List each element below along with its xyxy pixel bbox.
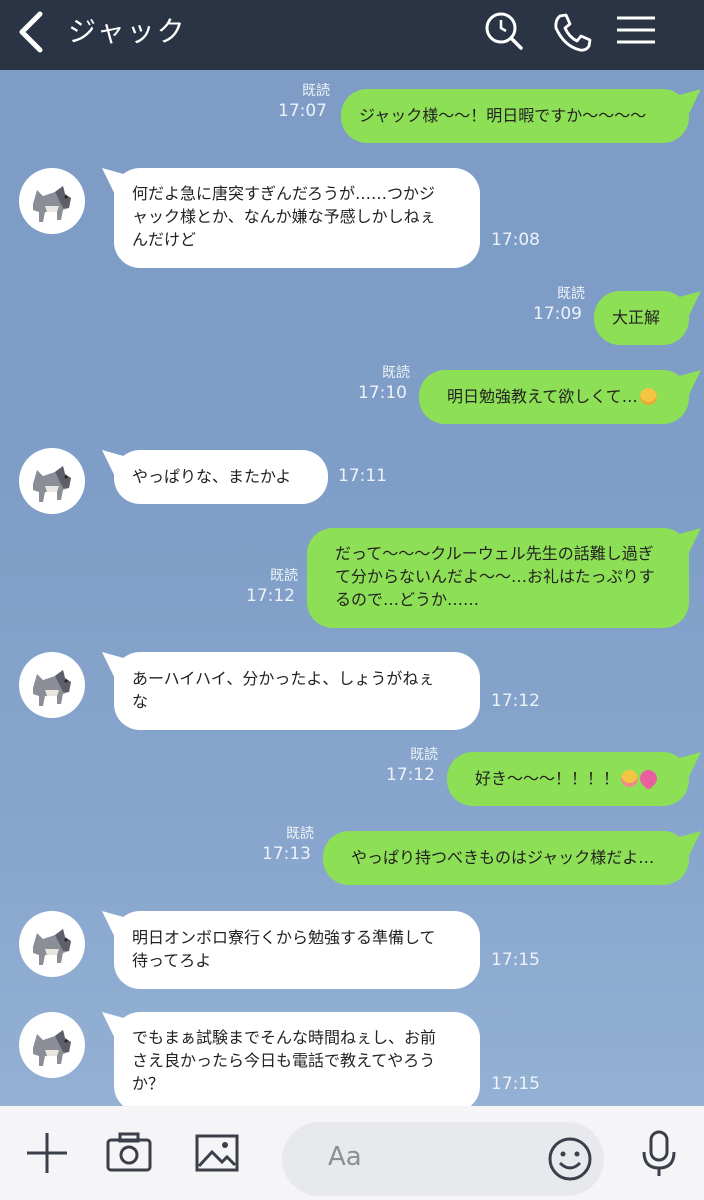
message-line: ジャック様〜〜！明日暇ですか〜〜〜〜 [359,106,647,125]
message-time: 17:12 [246,586,295,606]
wolf-avatar-icon [33,929,71,965]
outgoing-message[interactable]: 明日勉強教えて欲しくて… [419,370,689,424]
message-meta: 既読 17:10 [358,364,410,404]
avatar[interactable] [19,448,85,514]
read-receipt: 既読 [302,83,330,99]
message-meta: 既読 17:07 [278,82,330,122]
message-time: 17:07 [278,101,327,121]
message-line: 大正解 [612,308,661,327]
incoming-message[interactable]: やっぱりな、またかよ [114,450,328,504]
back-icon[interactable] [14,10,48,54]
message-time: 17:09 [533,304,582,324]
read-receipt: 既読 [410,747,438,763]
message-line: か？ [132,1074,165,1093]
message-line: 待ってろよ [132,951,212,970]
message-time: 17:12 [386,765,435,785]
message-time: 17:12 [491,691,540,711]
menu-icon[interactable] [614,10,658,54]
message-composer: Aa [0,1106,704,1200]
read-receipt: 既読 [557,286,585,302]
message-time: 17:08 [491,230,540,250]
outgoing-message[interactable]: やっぱり持つべきものはジャック様だよ… [323,831,689,885]
message-line: 何だよ急に唐突すぎんだろうが……つかジ [132,184,436,203]
message-line: て分からないんだよ〜〜…お礼はたっぷりす [335,567,655,586]
message-meta: 既読 17:12 [386,746,438,786]
incoming-message[interactable]: でもまぁ試験までそんな時間ねぇし、お前 さえ良かったら今日も電話で教えてやろう … [114,1012,480,1106]
search-icon[interactable] [482,10,526,54]
message-time: 17:15 [491,950,540,970]
message-line: るので…どうか…… [335,590,480,609]
message-meta: 既読 17:13 [262,825,314,865]
message-line: ャック様とか、なんか嫌な予感しかしねぇ [132,207,436,226]
message-meta: 既読 17:12 [246,567,298,607]
wolf-avatar-icon [33,466,71,502]
read-receipt: 既読 [270,568,298,584]
message-time: 17:15 [491,1074,540,1094]
message-line: さえ良かったら今日も電話で教えてやろう [132,1051,436,1070]
message-meta: 既読 17:09 [533,285,585,325]
message-line: あーハイハイ、分かったよ、しょうがねぇ [132,669,435,688]
outgoing-message[interactable]: 好き〜〜〜！！！！ [447,752,689,806]
heart-emoji-icon [636,766,661,791]
plus-icon[interactable] [22,1128,72,1178]
outgoing-message[interactable]: だって〜〜〜クルーウェル先生の話難し過ぎ て分からないんだよ〜〜…お礼はたっぷり… [307,528,689,628]
incoming-message[interactable]: 何だよ急に唐突すぎんだろうが……つかジ ャック様とか、なんか嫌な予感しかしねぇ … [114,168,480,268]
blushing-emoji-icon [621,770,639,787]
pleading-emoji-icon [639,388,657,405]
message-time: 17:10 [358,383,407,403]
wolf-avatar-icon [33,670,71,706]
message-line: やっぱり持つべきものはジャック様だよ… [351,848,655,867]
input-placeholder: Aa [328,1142,362,1172]
wolf-avatar-icon [33,186,71,222]
phone-icon[interactable] [550,10,594,54]
avatar[interactable] [19,168,85,234]
mic-icon[interactable] [634,1128,684,1178]
avatar[interactable] [19,1012,85,1078]
message-line: 明日勉強教えて欲しくて… [447,387,638,406]
chat-header: ジャック [0,0,704,70]
message-line: だって〜〜〜クルーウェル先生の話難し過ぎ [335,544,654,563]
outgoing-message[interactable]: 大正解 [594,291,689,345]
message-time: 17:11 [338,466,387,486]
outgoing-message[interactable]: ジャック様〜〜！明日暇ですか〜〜〜〜 [341,89,689,143]
avatar[interactable] [19,652,85,718]
message-time: 17:13 [262,844,311,864]
avatar[interactable] [19,911,85,977]
camera-icon[interactable] [104,1128,154,1178]
message-line: でもまぁ試験までそんな時間ねぇし、お前 [132,1028,437,1047]
message-line: 好き〜〜〜！！！！ [475,769,620,788]
emoji-icon[interactable] [546,1135,594,1183]
message-line: んだけど [132,230,197,249]
chat-title: ジャック [68,15,187,48]
read-receipt: 既読 [382,365,410,381]
message-line: な [132,692,149,711]
read-receipt: 既読 [286,826,314,842]
image-icon[interactable] [192,1128,242,1178]
message-input[interactable]: Aa [282,1122,604,1196]
incoming-message[interactable]: 明日オンボロ寮行くから勉強する準備して 待ってろよ [114,911,480,989]
wolf-avatar-icon [33,1030,71,1066]
message-line: やっぱりな、またかよ [132,467,292,486]
message-line: 明日オンボロ寮行くから勉強する準備して [132,928,436,947]
incoming-message[interactable]: あーハイハイ、分かったよ、しょうがねぇ な [114,652,480,730]
chat-area[interactable]: 既読 17:07 ジャック様〜〜！明日暇ですか〜〜〜〜 何だよ急に唐突すぎんだろ… [0,70,704,1106]
